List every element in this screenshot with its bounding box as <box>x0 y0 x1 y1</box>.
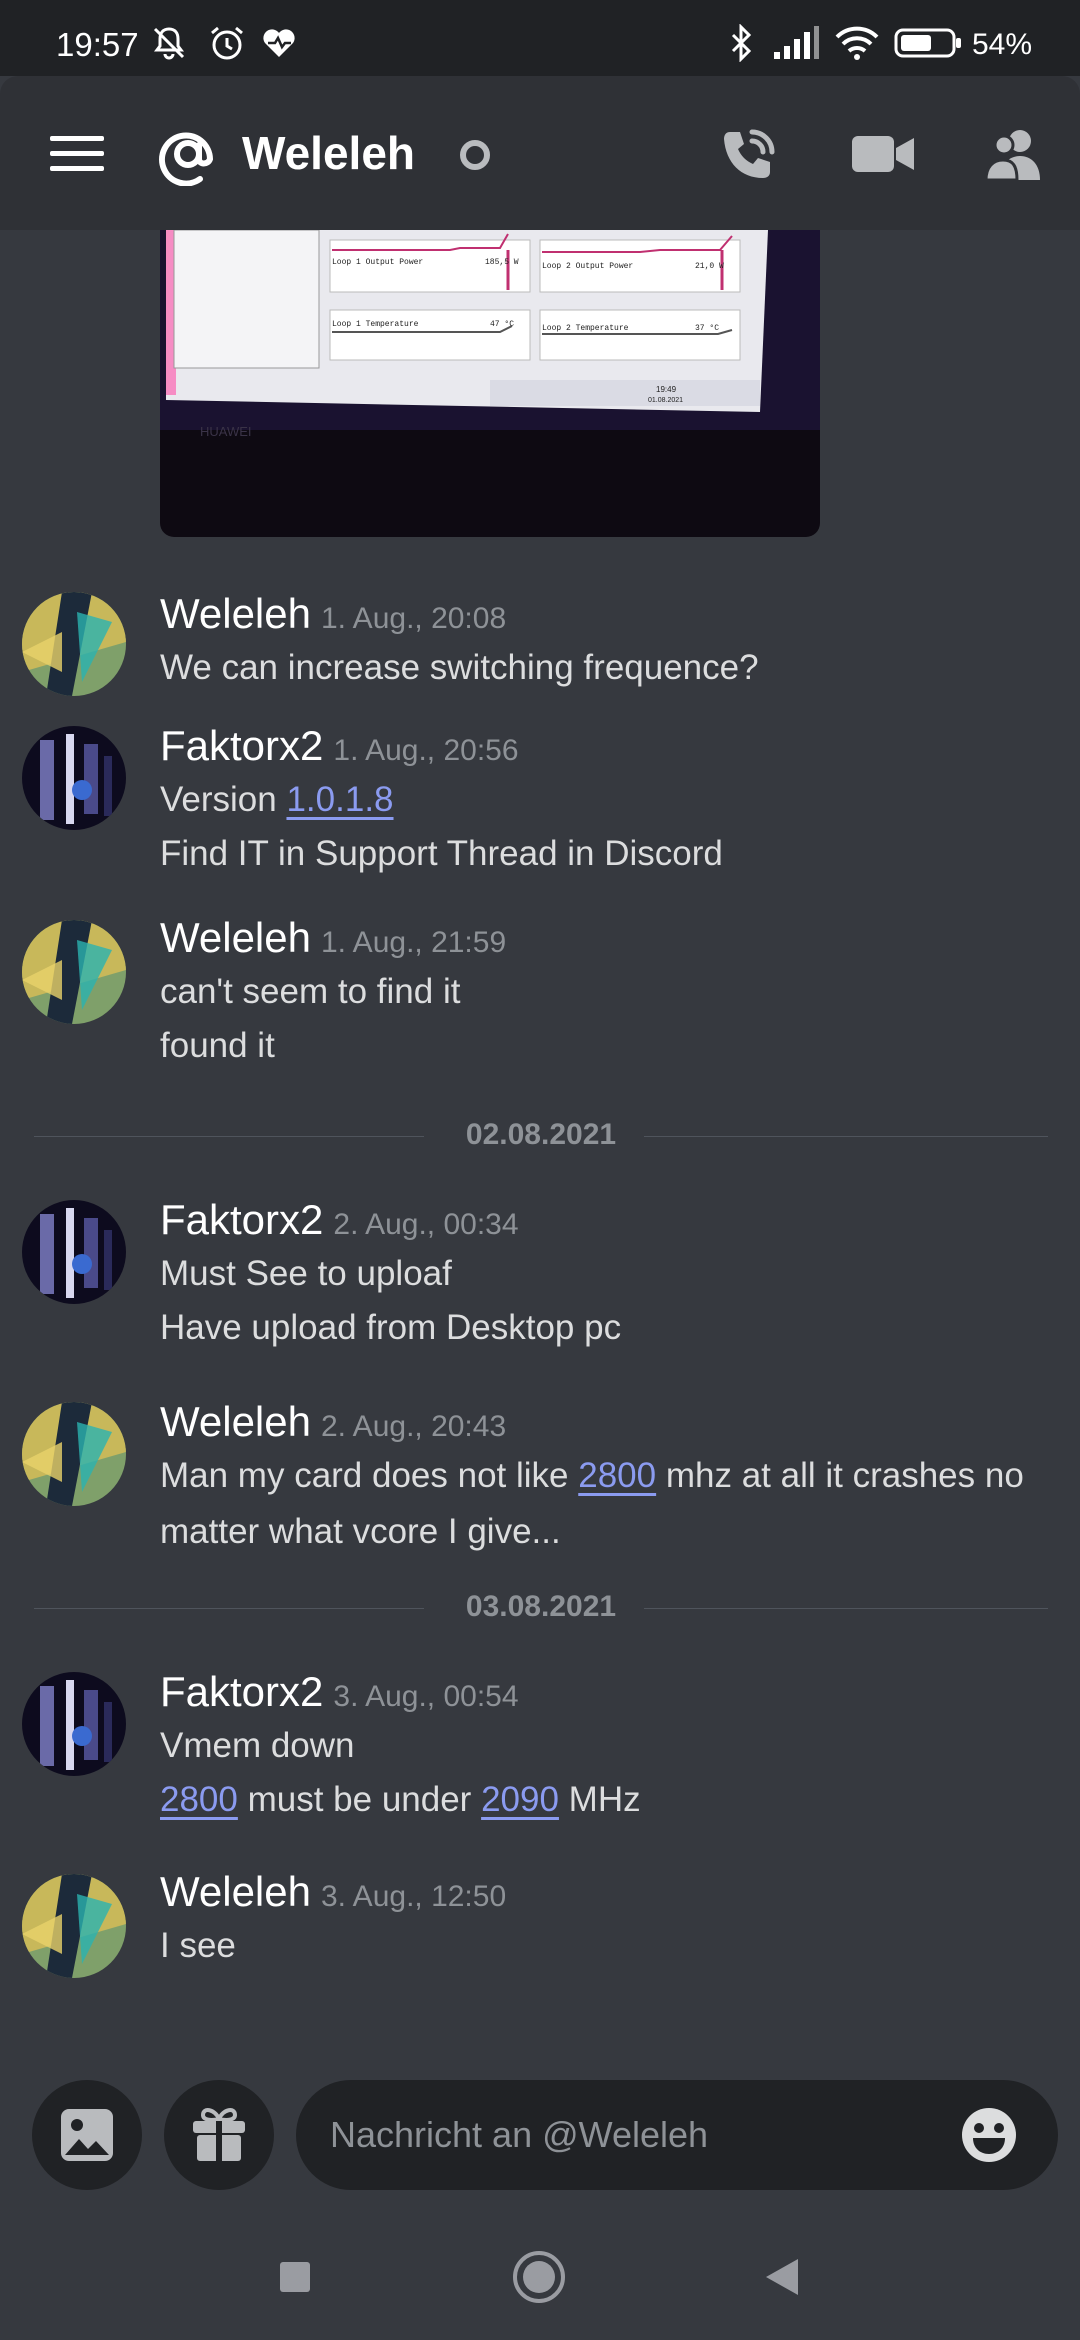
phone-call-icon[interactable] <box>718 126 778 186</box>
message-text: We can increase switching frequence? <box>160 648 759 687</box>
message-input-placeholder: Nachricht an @Weleleh <box>330 2114 709 2155</box>
recents-button-icon[interactable] <box>278 2260 312 2294</box>
preview-label: Loop 2 Temperature <box>542 324 629 333</box>
battery-icon <box>894 28 961 58</box>
preview-value: 47 °C <box>490 320 514 329</box>
silent-bell-icon <box>153 27 185 60</box>
gift-icon <box>193 2108 245 2161</box>
message-timestamp: 1. Aug., 20:56 <box>333 734 519 767</box>
message-author[interactable]: Faktorx2 2. Aug., 00:34 <box>160 1196 519 1244</box>
preview-label: Loop 1 Temperature <box>332 320 419 329</box>
message-author[interactable]: Faktorx2 1. Aug., 20:56 <box>160 722 519 770</box>
user-avatar-faktorx2 <box>22 726 126 830</box>
message-text: Version 1.0.1.8 <box>160 780 394 819</box>
cell-signal-icon <box>774 26 819 59</box>
message-text: can't seem to find it <box>160 972 461 1011</box>
date-divider: 02.08.2021 <box>34 1118 1048 1154</box>
user-avatar-faktorx2 <box>22 1672 126 1776</box>
video-camera-icon[interactable] <box>852 132 914 176</box>
wifi-icon <box>835 26 879 60</box>
message-text: matter what vcore I give... <box>160 1512 561 1551</box>
message-text: I see <box>160 1926 236 1965</box>
gallery-button[interactable] <box>32 2080 142 2190</box>
image-gallery-icon <box>61 2109 113 2161</box>
message-text: Must See to uploaf <box>160 1254 452 1293</box>
message-composer: Nachricht an @Weleleh <box>0 2060 1080 2210</box>
frequency-link[interactable]: 2090 <box>481 1780 559 1819</box>
message-timestamp: 1. Aug., 21:59 <box>320 926 507 959</box>
hamburger-menu-icon[interactable] <box>50 134 104 174</box>
message-timestamp: 3. Aug., 12:50 <box>320 1880 507 1913</box>
message-author[interactable]: Weleleh 1. Aug., 20:08 <box>160 590 506 638</box>
avatar[interactable] <box>22 1402 126 1506</box>
version-link[interactable]: 1.0.1.8 <box>286 780 393 819</box>
channel-title: Weleleh <box>242 127 415 179</box>
preview-value: 185,5 W <box>485 258 519 267</box>
user-avatar-weleleh <box>22 920 126 1024</box>
message-text: Man my card does not like 2800 mhz at al… <box>160 1456 1024 1495</box>
message-timestamp: 2. Aug., 20:43 <box>320 1410 507 1443</box>
alarm-icon <box>211 26 243 60</box>
avatar[interactable] <box>22 1200 126 1304</box>
preview-value: 21,0 W <box>695 262 724 271</box>
avatar[interactable] <box>22 592 126 696</box>
message-author[interactable]: Weleleh 1. Aug., 21:59 <box>160 914 506 962</box>
gift-button[interactable] <box>164 2080 274 2190</box>
system-nav-bar <box>0 2210 1080 2340</box>
message-timestamp: 2. Aug., 00:34 <box>333 1208 519 1241</box>
avatar[interactable] <box>22 1874 126 1978</box>
user-avatar-weleleh <box>22 592 126 696</box>
preview-clock: 19:49 <box>656 385 677 394</box>
user-avatar-faktorx2 <box>22 1200 126 1304</box>
avatar[interactable] <box>22 726 126 830</box>
back-button-icon[interactable] <box>762 2256 800 2298</box>
message-text: Have upload from Desktop pc <box>160 1308 622 1347</box>
preview-brand: HUAWEI <box>200 424 252 439</box>
message-list[interactable]: Loop 1 Output Power 185,5 W Loop 2 Outpu… <box>0 230 1080 2060</box>
monitoring-screenshot-image: Loop 1 Output Power 185,5 W Loop 2 Outpu… <box>160 230 820 439</box>
preview-label: Loop 2 Output Power <box>542 262 633 271</box>
frequency-link[interactable]: 2800 <box>578 1456 656 1495</box>
date-divider: 03.08.2021 <box>34 1590 1048 1626</box>
message-text: Vmem down <box>160 1726 355 1765</box>
message-text: 2800 must be under 2090 MHz <box>160 1780 641 1819</box>
user-avatar-weleleh <box>22 1402 126 1506</box>
status-bar: 19:57 54% <box>0 0 1080 76</box>
offline-status-icon <box>460 140 490 170</box>
user-avatar-weleleh <box>22 1874 126 1978</box>
battery-percent: 54% <box>972 28 1033 61</box>
bluetooth-icon <box>731 24 752 62</box>
avatar[interactable] <box>22 1672 126 1776</box>
avatar[interactable] <box>22 920 126 1024</box>
emoji-icon[interactable] <box>960 2106 1018 2164</box>
status-time: 19:57 <box>56 26 139 63</box>
home-button-icon[interactable] <box>512 2250 566 2304</box>
message-input[interactable]: Nachricht an @Weleleh <box>296 2080 1058 2190</box>
message-text: found it <box>160 1026 275 1065</box>
message-timestamp: 3. Aug., 00:54 <box>333 1680 519 1713</box>
preview-label: Loop 1 Output Power <box>332 258 423 267</box>
preview-date: 01.08.2021 <box>648 397 683 404</box>
frequency-link[interactable]: 2800 <box>160 1780 238 1819</box>
message-text: Find IT in Support Thread in Discord <box>160 834 723 873</box>
channel-header: Weleleh <box>0 76 1080 230</box>
members-icon[interactable] <box>984 128 1044 180</box>
message-author[interactable]: Weleleh 2. Aug., 20:43 <box>160 1398 506 1446</box>
message-author[interactable]: Weleleh 3. Aug., 12:50 <box>160 1868 506 1916</box>
message-author[interactable]: Faktorx2 3. Aug., 00:54 <box>160 1668 519 1716</box>
preview-value: 37 °C <box>695 324 719 333</box>
at-sign-icon <box>159 132 214 186</box>
attached-image[interactable]: Loop 1 Output Power 185,5 W Loop 2 Outpu… <box>160 230 820 537</box>
message-timestamp: 1. Aug., 20:08 <box>320 602 507 635</box>
health-heart-icon <box>263 29 295 57</box>
